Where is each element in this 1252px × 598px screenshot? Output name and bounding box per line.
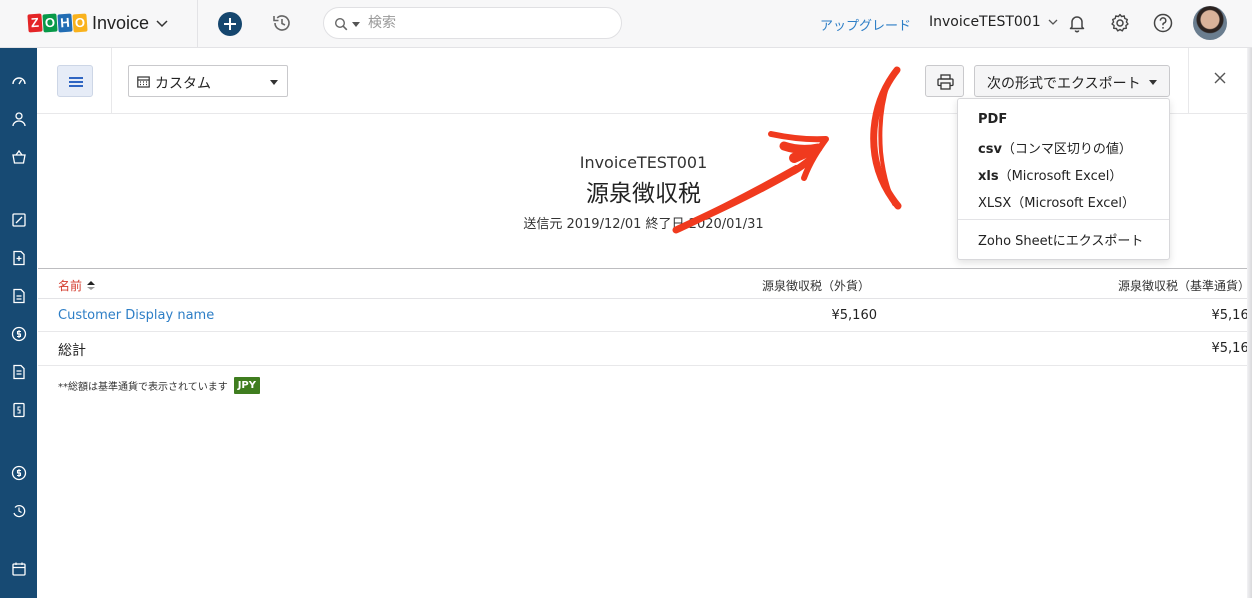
column-header-fcy[interactable]: 源泉徴収税（外貨） bbox=[762, 277, 870, 294]
date-range-label: カスタム bbox=[155, 76, 211, 92]
quick-create-button[interactable] bbox=[218, 12, 242, 36]
export-button[interactable]: 次の形式でエクスポート bbox=[974, 65, 1170, 97]
report-menu-button[interactable] bbox=[57, 65, 93, 97]
gear-icon[interactable] bbox=[1108, 11, 1132, 35]
export-option-csv-label: csv bbox=[978, 142, 1002, 157]
document-icon[interactable] bbox=[11, 288, 27, 304]
export-option-xls[interactable]: xls（Microsoft Excel） bbox=[978, 165, 1122, 184]
table-header: 名前 源泉徴収税（外貨） 源泉徴収税（基準通貨） bbox=[38, 268, 1250, 299]
customer-icon[interactable] bbox=[11, 111, 27, 127]
hamburger-line bbox=[69, 85, 83, 87]
app-name: Invoice bbox=[92, 12, 150, 33]
top-bar: Z O H O Invoice アップグレード InvoiceTEST001 bbox=[0, 0, 1252, 48]
export-option-xlsx-desc: XLSX（Microsoft Excel） bbox=[978, 196, 1136, 211]
search-scope-caret-icon[interactable] bbox=[352, 22, 360, 27]
currency-note-text: **総額は基準通貨で表示されています bbox=[58, 382, 228, 393]
bell-icon[interactable] bbox=[1066, 12, 1088, 34]
help-icon[interactable] bbox=[1151, 11, 1175, 35]
export-option-xls-desc: （Microsoft Excel） bbox=[998, 169, 1123, 184]
caret-down-icon bbox=[270, 80, 278, 85]
calendar-icon[interactable] bbox=[11, 561, 27, 577]
customer-link[interactable]: Customer Display name bbox=[58, 308, 214, 323]
cell-fcy: ¥5,160 bbox=[831, 308, 878, 323]
calendar-icon bbox=[137, 76, 150, 88]
divider bbox=[1188, 48, 1189, 114]
export-button-label: 次の形式でエクスポート bbox=[987, 76, 1141, 92]
print-button[interactable] bbox=[925, 65, 964, 97]
left-sidebar bbox=[0, 48, 37, 598]
logo-letter-o1: O bbox=[42, 13, 58, 33]
bill-icon[interactable] bbox=[11, 364, 27, 380]
export-dropdown: PDF csv（コンマ区切りの値） xls（Microsoft Excel） X… bbox=[957, 98, 1170, 260]
logo-letter-h: H bbox=[57, 13, 73, 33]
estimate-icon[interactable] bbox=[11, 212, 27, 228]
dashboard-icon[interactable] bbox=[11, 73, 27, 89]
divider bbox=[111, 48, 112, 114]
export-option-pdf[interactable]: PDF bbox=[978, 112, 1007, 127]
total-row: 総計 ¥5,160 bbox=[38, 332, 1252, 366]
column-header-name[interactable]: 名前 bbox=[58, 277, 96, 294]
history-icon[interactable] bbox=[270, 11, 294, 35]
column-header-name-label: 名前 bbox=[58, 279, 83, 293]
search-input[interactable] bbox=[368, 12, 608, 34]
avatar[interactable] bbox=[1193, 6, 1227, 40]
export-option-xls-label: xls bbox=[978, 169, 999, 184]
caret-down-icon bbox=[1149, 80, 1157, 85]
export-option-zoho-sheet[interactable]: Zoho Sheetにエクスポート bbox=[978, 230, 1143, 249]
search-icon[interactable] bbox=[334, 17, 348, 31]
basket-icon[interactable] bbox=[11, 149, 27, 165]
org-switcher[interactable]: InvoiceTEST001 bbox=[929, 14, 1059, 30]
logo-letter-o2: O bbox=[72, 13, 88, 33]
logo-letter-z: Z bbox=[27, 13, 43, 33]
total-label: 総計 bbox=[58, 343, 86, 359]
column-header-bcy[interactable]: 源泉徴収税（基準通貨） bbox=[1118, 277, 1250, 294]
total-bcy: ¥5,160 bbox=[1211, 341, 1252, 356]
search-box[interactable] bbox=[323, 7, 622, 39]
export-option-pdf-label: PDF bbox=[978, 112, 1008, 127]
export-option-csv[interactable]: csv（コンマ区切りの値） bbox=[978, 138, 1132, 157]
table-row: Customer Display name ¥5,160 ¥5,160 bbox=[38, 299, 1252, 332]
currency-badge: JPY bbox=[233, 377, 260, 394]
payment-icon[interactable] bbox=[11, 326, 27, 342]
expense-icon[interactable] bbox=[11, 402, 27, 418]
org-name: InvoiceTEST001 bbox=[929, 14, 1041, 30]
dollar-icon[interactable] bbox=[11, 465, 27, 481]
export-option-xlsx[interactable]: XLSX（Microsoft Excel） bbox=[978, 192, 1135, 211]
printer-icon bbox=[937, 74, 954, 90]
app-logo[interactable]: Z O H O Invoice bbox=[27, 11, 169, 35]
cell-bcy: ¥5,160 bbox=[1211, 308, 1252, 323]
sort-icon bbox=[87, 280, 96, 291]
hamburger-line bbox=[69, 81, 83, 83]
export-option-csv-desc: （コンマ区切りの値） bbox=[1001, 142, 1132, 157]
hamburger-line bbox=[69, 77, 83, 79]
scroll-edge bbox=[1247, 48, 1252, 598]
upgrade-link[interactable]: アップグレード bbox=[820, 15, 911, 34]
date-range-select[interactable]: カスタム bbox=[128, 65, 288, 97]
time-tracking-icon[interactable] bbox=[11, 503, 27, 519]
zoho-logo: Z O H O bbox=[27, 13, 88, 33]
chevron-down-icon bbox=[1048, 19, 1058, 25]
close-icon[interactable] bbox=[1213, 71, 1227, 85]
menu-divider bbox=[958, 219, 1169, 220]
invoice-icon[interactable] bbox=[11, 250, 27, 266]
currency-note: **総額は基準通貨で表示されています JPY bbox=[58, 377, 260, 394]
divider bbox=[197, 0, 198, 48]
chevron-down-icon[interactable] bbox=[155, 16, 169, 30]
